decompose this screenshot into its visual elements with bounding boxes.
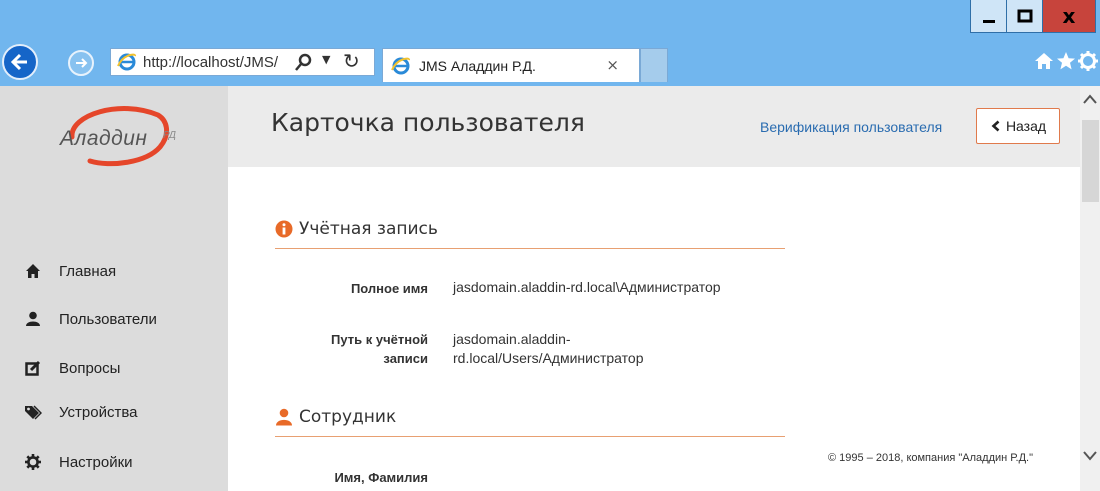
sidebar-item-label: Настройки [59,453,133,471]
star-icon[interactable] [1056,51,1076,71]
account-section-title: Учётная запись [275,209,785,249]
main-content: Учётная запись Полное имя jasdomain.alad… [228,167,1080,491]
search-icon[interactable] [294,52,314,72]
sidebar-item-label: Главная [59,262,117,280]
sidebar-item-users[interactable]: Пользователи [0,299,228,339]
chevron-down-icon[interactable] [1083,450,1097,462]
scrollbar-thumb[interactable] [1082,120,1099,202]
copyright-text: © 1995 – 2018, компания "Аладдин Р.Д." [828,452,1033,464]
tags-icon [23,404,43,420]
cog-icon [23,454,43,470]
section-heading: Учётная запись [299,218,438,239]
home-icon[interactable] [1034,51,1054,71]
window-titlebar: x [0,0,1100,40]
chevron-up-icon[interactable] [1083,93,1097,105]
ie-logo-icon [391,57,410,74]
full-name-value: jasdomain.aladdin-rd.local\Администратор [453,279,721,295]
minimize-icon [982,20,995,23]
chevron-left-icon [991,120,1000,132]
maximize-icon [1017,9,1032,23]
name-surname-label: Имя, Фамилия [334,470,428,485]
info-icon [275,220,293,237]
sidebar-item-label: Устройства [59,403,138,421]
section-heading: Сотрудник [299,406,397,427]
browser-navbar: http://localhost/JMS/ ▼ ↻ JMS Аладдин Р.… [0,40,1100,86]
verify-user-link[interactable]: Верификация пользователя [760,119,942,135]
back-button[interactable]: Назад [976,108,1060,144]
sidebar-item-settings[interactable]: Настройки [0,442,228,482]
sidebar-item-label: Вопросы [59,359,121,377]
account-path-value: jasdomain.aladdin- rd.local/Users/Админи… [453,331,644,366]
user-icon [276,408,292,425]
logo-text: Аладдин [60,127,148,150]
page-header: Карточка пользователя Верификация пользо… [228,86,1080,167]
home-icon [23,263,43,279]
browser-tab[interactable]: JMS Аладдин Р.Д. × [382,48,640,82]
browser-forward-button[interactable] [68,50,94,76]
address-bar[interactable]: http://localhost/JMS/ ▼ ↻ [110,48,375,76]
arrow-left-icon [10,53,27,71]
address-url[interactable]: http://localhost/JMS/ [143,54,293,71]
minimize-button[interactable] [970,0,1007,33]
sidebar-item-home[interactable]: Главная [0,251,228,291]
close-icon: x [1062,4,1076,28]
new-tab-button[interactable] [640,48,668,82]
browser-back-button[interactable] [2,44,38,80]
user-icon [23,311,43,327]
maximize-button[interactable] [1006,0,1043,33]
refresh-icon[interactable]: ↻ [343,50,360,72]
tab-close-icon[interactable]: × [606,56,619,74]
edit-icon [23,360,43,376]
arrow-right-icon [76,58,88,68]
close-window-button[interactable]: x [1042,0,1096,33]
account-path-label: Путь к учётной записи [331,332,428,366]
sidebar-item-questions[interactable]: Вопросы [0,348,228,388]
tab-title: JMS Аладдин Р.Д. [419,57,536,74]
ie-logo-icon [117,53,136,71]
sidebar-item-devices[interactable]: Устройства [0,392,228,432]
employee-section-title: Сотрудник [275,397,785,437]
sidebar-item-label: Пользователи [59,310,157,328]
full-name-label: Полное имя [350,281,428,296]
back-button-label: Назад [1005,118,1047,134]
sidebar: Аладдин РД Главная Пользователи Вопросы … [0,86,228,491]
page-title: Карточка пользователя [271,108,585,137]
chevron-down-icon[interactable]: ▼ [322,53,330,66]
aladdin-logo[interactable]: Аладдин РД [50,93,190,171]
gear-icon[interactable] [1078,51,1098,71]
logo-superscript: РД [163,130,176,141]
